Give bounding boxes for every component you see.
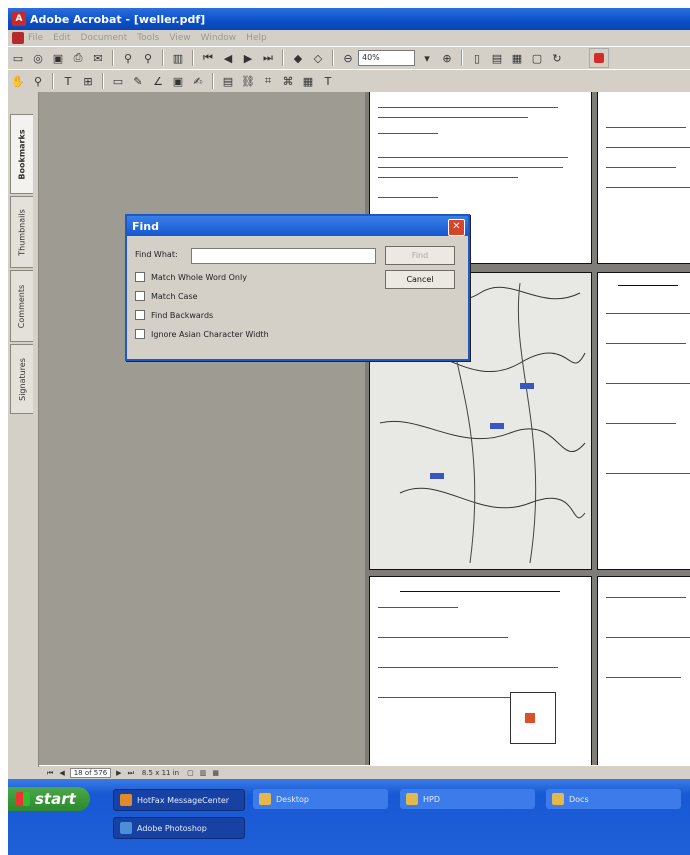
acrobat-icon: A xyxy=(12,12,26,26)
task-desktop[interactable]: Desktop xyxy=(253,789,388,809)
task-hpd[interactable]: HPD xyxy=(400,789,535,809)
file-toolbar: ▭ ◎ ▣ ⎙ ✉ ⚲ ⚲ ▥ ⏮ ◀ ▶ ⏭ ◆ ◇ ⊖ 40% ▾ ⊕ ▯ … xyxy=(8,46,690,70)
taskbar: start HotFax MessageCenter Desktop HPD D… xyxy=(8,779,690,855)
task-hotfax[interactable]: HotFax MessageCenter xyxy=(113,789,245,811)
ignore-asian-width-checkbox[interactable]: Ignore Asian Character Width xyxy=(135,329,269,339)
single-page-icon[interactable]: ▢ xyxy=(187,769,194,777)
page-size: 8.5 x 11 in xyxy=(141,769,180,777)
find-button[interactable]: Find xyxy=(385,246,455,265)
binder-icon[interactable]: ◎ xyxy=(30,50,46,66)
zoom-in-icon[interactable]: ⊕ xyxy=(439,50,455,66)
zoom-tool-icon[interactable]: ⚲ xyxy=(30,73,46,89)
tab-signatures[interactable]: Signatures xyxy=(10,344,33,414)
tab-thumbnails[interactable]: Thumbnails xyxy=(10,196,33,268)
menu-help[interactable]: Help xyxy=(246,33,267,43)
find-what-input[interactable] xyxy=(191,248,376,264)
pencil-tool-icon[interactable]: ✎ xyxy=(130,73,146,89)
navigation-tabs: Bookmarks Thumbnails Comments Signatures xyxy=(8,92,39,767)
close-icon[interactable]: ✕ xyxy=(448,219,465,236)
form-tool-icon[interactable]: ▤ xyxy=(220,73,236,89)
rotate-icon[interactable]: ↻ xyxy=(549,50,565,66)
fit-page-icon[interactable]: ▤ xyxy=(489,50,505,66)
tab-comments[interactable]: Comments xyxy=(10,270,33,342)
text-select-icon[interactable]: T xyxy=(60,73,76,89)
menu-tools[interactable]: Tools xyxy=(137,33,159,43)
title-bar[interactable]: A Adobe Acrobat - [weller.pdf] xyxy=(8,8,690,30)
pane-toggle-icon[interactable]: ▥ xyxy=(170,50,186,66)
adobe-online-icon[interactable] xyxy=(589,48,609,68)
page-number-field[interactable]: 18 of 576 xyxy=(69,768,112,778)
touchup-text-icon[interactable]: T xyxy=(320,73,336,89)
first-page-icon[interactable]: ⏮ xyxy=(200,50,216,66)
previous-page-icon[interactable]: ◀ xyxy=(220,50,236,66)
find-dialog-title[interactable]: Find xyxy=(127,216,468,236)
menu-document[interactable]: Document xyxy=(81,33,128,43)
cancel-button[interactable]: Cancel xyxy=(385,270,455,289)
first-page-status-icon[interactable]: ⏮ xyxy=(47,769,53,778)
email-icon[interactable]: ✉ xyxy=(90,50,106,66)
document-page-6 xyxy=(597,576,690,765)
crop-tool-icon[interactable]: ⌗ xyxy=(260,73,276,89)
document-icon[interactable] xyxy=(12,32,24,44)
facing-icon[interactable]: ▦ xyxy=(212,769,219,777)
menu-window[interactable]: Window xyxy=(201,33,237,43)
match-case-checkbox[interactable]: Match Case xyxy=(135,291,198,301)
find-what-label: Find What: xyxy=(135,250,178,259)
link-tool-icon[interactable]: ⛓ xyxy=(240,73,256,89)
task-docs[interactable]: Docs xyxy=(546,789,681,809)
note-tool-icon[interactable]: ▭ xyxy=(110,73,126,89)
next-page-icon[interactable]: ▶ xyxy=(240,50,256,66)
status-bar: ⏮ ◀ 18 of 576 ▶ ⏭ 8.5 x 11 in ▢ ▥ ▦ xyxy=(39,765,690,780)
document-page-4 xyxy=(597,272,690,570)
document-page-2 xyxy=(597,92,690,264)
fit-width-icon[interactable]: ▦ xyxy=(509,50,525,66)
next-page-status-icon[interactable]: ▶ xyxy=(116,769,121,777)
find-icon[interactable]: ⚲ xyxy=(120,50,136,66)
print-icon[interactable]: ⎙ xyxy=(70,50,86,66)
find-backwards-checkbox[interactable]: Find Backwards xyxy=(135,310,213,320)
fit-visible-icon[interactable]: ▢ xyxy=(529,50,545,66)
menu-view[interactable]: View xyxy=(169,33,190,43)
inset-map xyxy=(510,692,556,744)
go-back-icon[interactable]: ◆ xyxy=(290,50,306,66)
save-icon[interactable]: ▣ xyxy=(50,50,66,66)
menu-bar: File Edit Document Tools View Window Hel… xyxy=(8,30,690,46)
find-dialog: Find ✕ Find What: Find Cancel Match Whol… xyxy=(125,214,470,361)
line-tool-icon[interactable]: ∠ xyxy=(150,73,166,89)
graphics-select-icon[interactable]: ⊞ xyxy=(80,73,96,89)
hand-tool-icon[interactable]: ✋ xyxy=(10,73,26,89)
last-page-icon[interactable]: ⏭ xyxy=(260,50,276,66)
highlight-tool-icon[interactable]: ▣ xyxy=(170,73,186,89)
go-forward-icon[interactable]: ◇ xyxy=(310,50,326,66)
tools-toolbar: ✋ ⚲ T ⊞ ▭ ✎ ∠ ▣ ✍ ▤ ⛓ ⌗ ⌘ ▦ T xyxy=(8,69,690,93)
article-tool-icon[interactable]: ⌘ xyxy=(280,73,296,89)
zoom-out-icon[interactable]: ⊖ xyxy=(340,50,356,66)
document-page-5 xyxy=(369,576,592,765)
document-area[interactable] xyxy=(39,92,690,765)
menu-file[interactable]: File xyxy=(28,33,43,43)
screen: A Adobe Acrobat - [weller.pdf] File Edit… xyxy=(8,8,690,855)
start-button[interactable]: start xyxy=(8,787,90,811)
windows-logo-icon xyxy=(16,792,30,806)
continuous-icon[interactable]: ▥ xyxy=(200,769,207,777)
tab-bookmarks[interactable]: Bookmarks xyxy=(10,114,33,194)
match-whole-word-checkbox[interactable]: Match Whole Word Only xyxy=(135,272,247,282)
menu-edit[interactable]: Edit xyxy=(53,33,70,43)
stamp-tool-icon[interactable]: ✍ xyxy=(190,73,206,89)
zoom-dropdown-icon[interactable]: ▾ xyxy=(419,50,435,66)
window-title: Adobe Acrobat - [weller.pdf] xyxy=(30,12,206,26)
task-photoshop[interactable]: Adobe Photoshop xyxy=(113,817,245,839)
actual-size-icon[interactable]: ▯ xyxy=(469,50,485,66)
movie-tool-icon[interactable]: ▦ xyxy=(300,73,316,89)
search-icon[interactable]: ⚲ xyxy=(140,50,156,66)
open-icon[interactable]: ▭ xyxy=(10,50,26,66)
bookmarks-pane[interactable] xyxy=(39,92,365,765)
zoom-field[interactable]: 40% xyxy=(358,50,415,66)
prev-page-status-icon[interactable]: ◀ xyxy=(59,769,64,777)
last-page-status-icon[interactable]: ⏭ xyxy=(128,769,134,778)
